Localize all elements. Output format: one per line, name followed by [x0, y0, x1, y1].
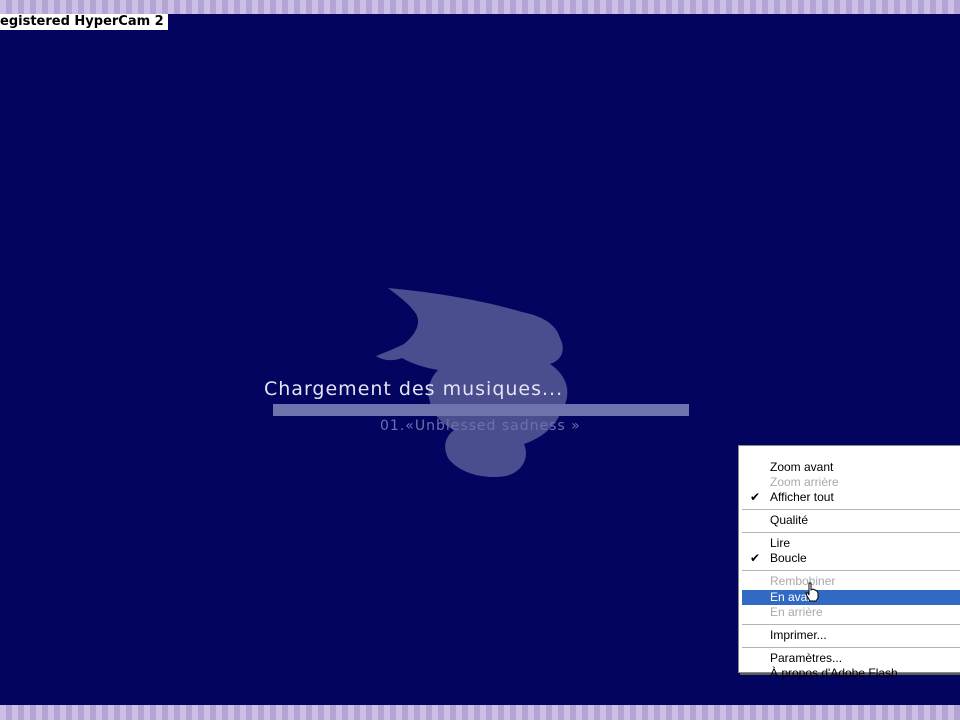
loading-track-name: 01.«Unblessed sadness » — [380, 418, 581, 434]
menu-item-forward[interactable]: En avant — [742, 590, 960, 605]
flash-context-menu: Zoom avant Zoom arrière ✔ Afficher tout … — [738, 445, 960, 680]
menu-item-label: Lire — [770, 536, 791, 550]
menu-separator — [742, 509, 960, 510]
loading-progress-fill — [273, 404, 689, 416]
menu-item-label: Boucle — [770, 551, 807, 565]
menu-item-label: En arrière — [770, 605, 823, 619]
menu-item-label: Paramètres... — [770, 651, 843, 665]
window-frame-top — [0, 0, 960, 14]
loading-title: Chargement des musiques... — [264, 378, 564, 400]
menu-item-label: À propos d'Adobe Flash — [770, 666, 898, 680]
menu-item-play[interactable]: Lire — [742, 536, 960, 551]
menu-separator — [742, 647, 960, 648]
menu-item-settings[interactable]: Paramètres... — [742, 651, 960, 666]
window-frame-bottom — [0, 705, 960, 720]
menu-item-back[interactable]: En arrière — [742, 605, 960, 620]
menu-item-quality[interactable]: Qualité — [742, 513, 960, 528]
menu-item-rewind[interactable]: Rembobiner — [742, 574, 960, 589]
menu-separator — [742, 532, 960, 533]
menu-item-about-flash[interactable]: À propos d'Adobe Flash — [742, 666, 960, 681]
menu-item-label: Qualité — [770, 513, 809, 527]
menu-separator — [742, 570, 960, 571]
hypercam-watermark: egistered HyperCam 2 — [0, 14, 168, 30]
menu-item-label: Zoom arrière — [770, 475, 839, 489]
menu-item-loop[interactable]: ✔ Boucle — [742, 551, 960, 566]
check-icon: ✔ — [750, 490, 761, 504]
menu-item-label: Afficher tout — [770, 490, 834, 504]
menu-item-label: Imprimer... — [770, 628, 827, 642]
menu-item-label: Zoom avant — [770, 460, 834, 474]
menu-item-label: Rembobiner — [770, 574, 836, 588]
menu-separator — [742, 624, 960, 625]
loading-progress-bar — [273, 404, 689, 416]
hand-pointer-icon — [805, 582, 819, 602]
menu-item-show-all[interactable]: ✔ Afficher tout — [742, 490, 960, 505]
menu-item-print[interactable]: Imprimer... — [742, 628, 960, 643]
menu-item-zoom-out[interactable]: Zoom arrière — [742, 475, 960, 490]
check-icon: ✔ — [750, 551, 761, 565]
menu-item-zoom-in[interactable]: Zoom avant — [742, 460, 960, 475]
